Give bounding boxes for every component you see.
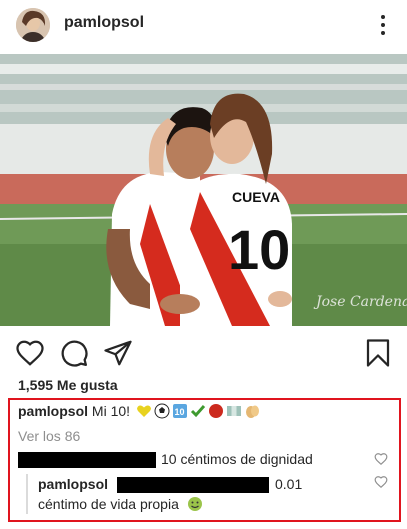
header-username[interactable]: pamlopsol [64, 14, 144, 32]
post-photo[interactable]: CUEVA 10 Jose Cardenas [0, 54, 407, 326]
reply-text-suffix: 0.01 [275, 476, 303, 492]
ten-emoji: 10 [172, 404, 187, 418]
comment-row: 10 céntimos de dignidad [18, 451, 358, 469]
heart-emoji [137, 405, 151, 417]
post-header: pamlopsol [0, 0, 407, 50]
caption-username[interactable]: pamlopsol [18, 403, 88, 419]
view-all-comments-link[interactable]: Ver los 86 [18, 428, 80, 444]
reply-text-body: céntimo de vida propia [38, 496, 179, 512]
bookmark-icon[interactable] [363, 338, 393, 368]
redacted-text [117, 477, 269, 493]
reply-text: céntimo de vida propia [38, 496, 203, 512]
post-actions [0, 332, 407, 372]
likes-count[interactable]: 1,595 Me gusta [18, 377, 118, 393]
svg-text:10: 10 [174, 407, 184, 417]
reply-thread-line [26, 474, 28, 514]
clap-emoji [245, 405, 259, 418]
post-caption: pamlopsol Mi 10! 10 [18, 403, 264, 422]
check-emoji [190, 405, 206, 418]
redacted-username [18, 452, 156, 468]
heart-icon[interactable] [15, 338, 45, 368]
caption-text: Mi 10! [91, 403, 131, 419]
more-vertical-icon[interactable] [379, 13, 387, 37]
smiling-face-emoji [187, 497, 202, 511]
share-icon[interactable] [103, 338, 133, 368]
flag-emoji [226, 406, 241, 416]
comment-icon[interactable] [59, 338, 89, 368]
jersey-name: CUEVA [232, 189, 280, 205]
avatar[interactable] [16, 8, 50, 42]
caption-emojis: 10 [136, 403, 264, 422]
comment-text: 10 céntimos de dignidad [161, 451, 313, 467]
comment-like-heart-icon[interactable] [374, 452, 388, 466]
red-circle-emoji [208, 404, 223, 418]
jersey-number: 10 [228, 218, 290, 281]
soccer-ball-emoji [154, 403, 170, 419]
photo-watermark: Jose Cardenas [313, 294, 407, 310]
reply-like-heart-icon[interactable] [374, 475, 388, 489]
reply-username[interactable]: pamlopsol [38, 476, 108, 492]
